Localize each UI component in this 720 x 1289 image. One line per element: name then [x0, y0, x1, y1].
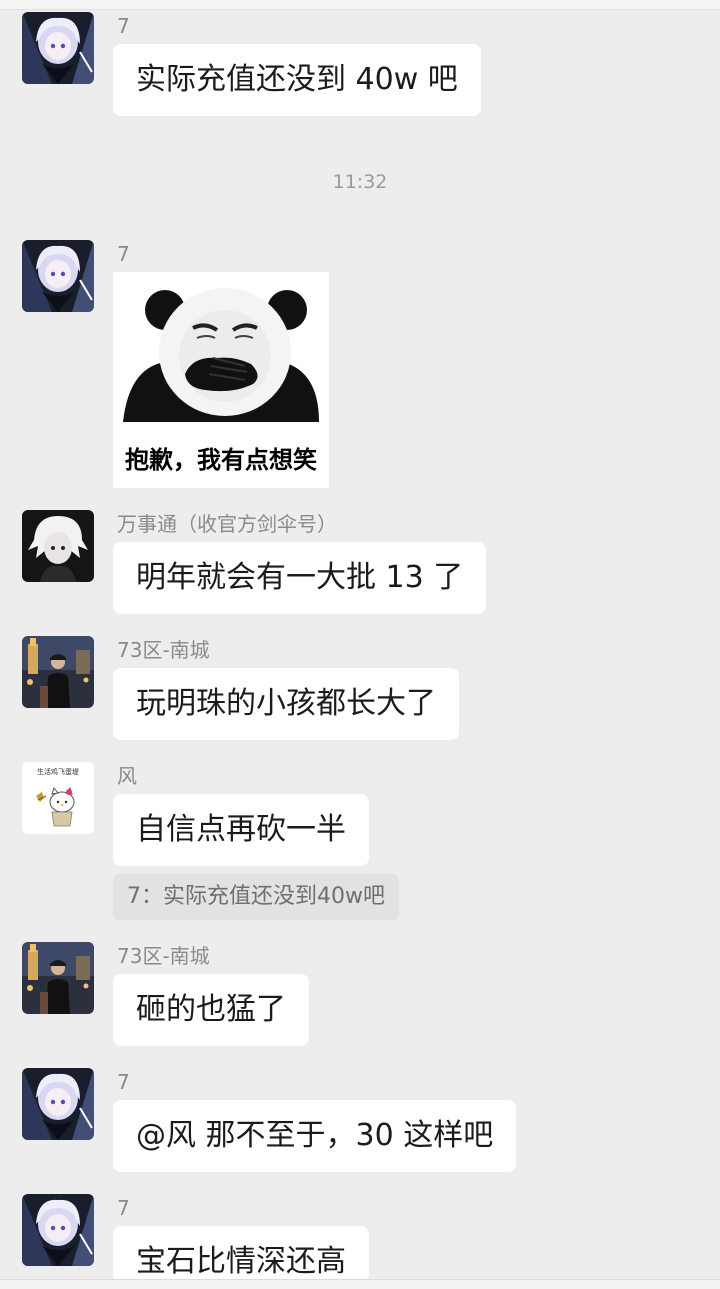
panda-sticker[interactable]: 抱歉，我有点想笑 [113, 272, 329, 488]
anime-girl-avatar-icon [22, 1068, 94, 1140]
avatar[interactable] [22, 1068, 94, 1140]
message-bubble[interactable]: 明年就会有一大批 13 了 [113, 542, 487, 614]
sender-name: 73区-南城 [117, 944, 210, 968]
anime-girl-avatar-icon [22, 240, 94, 312]
sender-name: 万事通（收官方剑伞号） [117, 512, 337, 536]
message-bubble[interactable]: @风 那不至于，30 这样吧 [113, 1100, 517, 1172]
anime-girl-avatar-icon [22, 1194, 94, 1266]
message-bubble[interactable]: 玩明珠的小孩都长大了 [113, 668, 459, 740]
sender-name: 风 [117, 764, 137, 788]
sender-name: 7 [117, 1196, 130, 1220]
photo-person-avatar-icon [22, 942, 94, 1014]
timestamp: 11:32 [332, 171, 388, 193]
message-bubble[interactable]: 自信点再砍一半 [113, 794, 369, 866]
sender-name: 73区-南城 [117, 638, 210, 662]
avatar-caption: 生活鸡飞蛋堤 [37, 768, 79, 776]
avatar[interactable]: 生活鸡飞蛋堤 [22, 762, 94, 834]
quoted-reply[interactable]: 7：实际充值还没到40w吧 [113, 874, 399, 920]
photo-person-avatar-icon [22, 636, 94, 708]
avatar[interactable] [22, 510, 94, 582]
sticker-caption: 抱歉，我有点想笑 [125, 446, 317, 474]
message-bubble[interactable]: 砸的也猛了 [113, 974, 309, 1046]
avatar[interactable] [22, 12, 94, 84]
message-bubble[interactable]: 宝石比情深还高 [113, 1226, 369, 1282]
top-edge [0, 0, 720, 10]
anime-girl-avatar-icon [22, 12, 94, 84]
avatar[interactable] [22, 942, 94, 1014]
avatar[interactable] [22, 636, 94, 708]
sender-name: 7 [117, 242, 130, 266]
avatar[interactable] [22, 240, 94, 312]
avatar[interactable] [22, 1194, 94, 1266]
sender-name: 7 [117, 14, 130, 38]
white-hair-anime-avatar-icon [22, 510, 94, 582]
message-text: 宝石比情深还高 [136, 1244, 346, 1279]
message-bubble[interactable]: 实际充值还没到 40w 吧 [113, 44, 481, 116]
sender-name: 7 [117, 1070, 130, 1094]
